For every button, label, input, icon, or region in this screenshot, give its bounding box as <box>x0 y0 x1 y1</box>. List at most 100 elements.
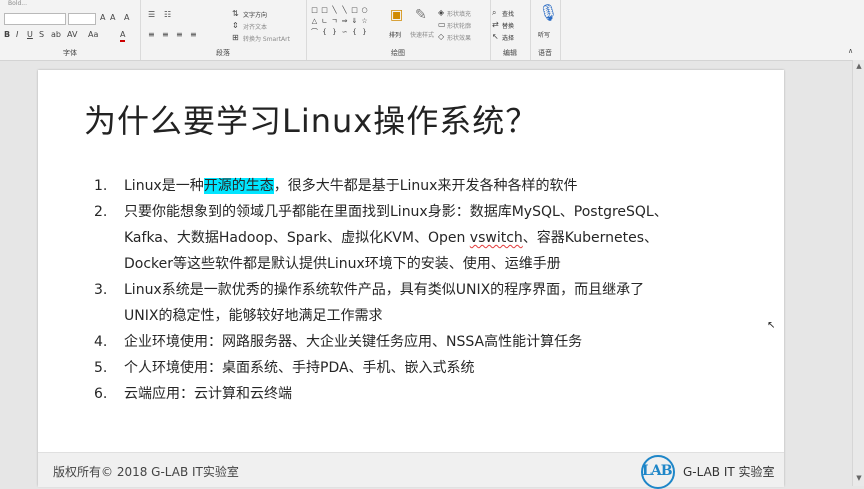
item-text: Linux是一种 <box>124 178 204 194</box>
align-text-label[interactable]: 对齐文本 <box>243 22 267 31</box>
font-size-combo[interactable] <box>68 13 96 25</box>
underline-button[interactable]: U <box>27 30 33 40</box>
slide-title[interactable]: 为什么要学习Linux操作系统？ <box>84 96 538 142</box>
glab-logo: LAB <box>642 463 673 479</box>
shape-effects-label[interactable]: 形状效果 <box>447 33 471 42</box>
bullet-list[interactable]: 1. Linux是一种开源的生态，很多大牛都是基于Linux来开发各种各样的软件… <box>94 173 734 407</box>
paragraph-group: ☰ ☷ ≡ ≡ ≡ ≡ ⇅ 文字方向 ⇕ 对齐文本 ⊞ 转换为 SmartArt… <box>140 0 307 60</box>
arrow-shape-icon[interactable]: ⇓ <box>350 17 359 25</box>
change-case-button[interactable]: Aa <box>88 30 98 40</box>
item-line: Docker等这些软件都是默认提供Linux环境下的安装、使用、运维手册 <box>124 256 561 272</box>
item-number: 3. <box>94 282 108 298</box>
rectangle-shape-icon[interactable]: □ <box>320 6 329 14</box>
item-text: Kafka、大数据Hadoop、Spark、虚拟化KVM、Open <box>124 230 470 246</box>
smartart-icon[interactable]: ⊞ <box>232 33 239 43</box>
quick-styles-label[interactable]: 快速样式 <box>410 30 434 39</box>
font-name-combo[interactable] <box>4 13 66 25</box>
text-direction-icon[interactable]: ⇅ <box>232 9 239 19</box>
triangle-shape-icon[interactable]: △ <box>310 17 319 25</box>
list-item: 4. 企业环境使用：网路服务器、大企业关键任务应用、NSSA高性能计算任务 <box>94 329 734 355</box>
item-number: 2. <box>94 204 108 220</box>
curve-shape-icon[interactable]: ∽ <box>340 28 349 36</box>
replace-icon[interactable]: ⇄ <box>492 20 499 30</box>
shape-fill-icon[interactable]: ◈ <box>438 8 444 18</box>
numbering-icon[interactable]: ☷ <box>164 10 171 20</box>
top-left-fragment: Bold... <box>8 0 27 7</box>
drawing-group: □ □ ╲ ╲ □ ○ △ ㄴ ㄱ ⇒ ⇓ ☆ ⌒ { } ∽ { } ▣ 排列… <box>306 0 491 60</box>
replace-label[interactable]: 替换 <box>502 21 514 30</box>
dictate-label[interactable]: 听写 <box>538 30 550 39</box>
quick-styles-icon[interactable]: ✎ <box>415 8 427 22</box>
item-number: 1. <box>94 178 108 194</box>
arrange-icon[interactable]: ▣ <box>390 8 403 22</box>
shape-effects-icon[interactable]: ◇ <box>438 32 444 42</box>
item-text: 企业环境使用：网路服务器、大企业关键任务应用、NSSA高性能计算任务 <box>124 334 583 350</box>
voice-group-label: 语音 <box>538 49 552 57</box>
text-direction-label[interactable]: 文字方向 <box>243 10 267 19</box>
connector-shape-icon[interactable]: ㄴ <box>320 17 329 25</box>
editing-group: ⌕ 查找 ⇄ 替换 ↖ 选择 编辑 <box>490 0 531 60</box>
scroll-up-icon[interactable]: ▲ <box>855 62 863 70</box>
clear-format-icon[interactable]: A <box>124 13 129 23</box>
list-item: 3. Linux系统是一款优秀的操作系统软件产品，具有类似UNIX的程序界面，而… <box>94 277 734 329</box>
brace-shape-icon[interactable]: } <box>330 28 339 36</box>
freeform-shape-icon[interactable]: ⌒ <box>310 28 319 36</box>
find-label[interactable]: 查找 <box>502 9 514 18</box>
arrange-label[interactable]: 排列 <box>389 30 401 39</box>
brace-shape-icon[interactable]: { <box>320 28 329 36</box>
grow-font-icon[interactable]: A <box>100 13 105 23</box>
arrow-shape-icon[interactable]: ⇒ <box>340 17 349 25</box>
item-number: 6. <box>94 386 108 402</box>
shape-outline-icon[interactable]: ▭ <box>438 20 446 30</box>
align-right-icon[interactable]: ≡ <box>176 30 183 40</box>
line-shape-icon[interactable]: ╲ <box>340 6 349 14</box>
star-shape-icon[interactable]: ☆ <box>360 17 369 25</box>
rectangle-shape-icon[interactable]: □ <box>350 6 359 14</box>
lab-name: G-LAB IT 实验室 <box>683 465 775 479</box>
font-color-button[interactable]: A <box>120 30 126 42</box>
font-group: Bold... A A A B I U S ab AV Aa A 字体 <box>0 0 141 60</box>
list-item: 2. 只要你能想象到的领域几乎都能在里面找到Linux身影：数据库MySQL、P… <box>94 199 734 277</box>
select-icon[interactable]: ↖ <box>492 32 499 42</box>
char-spacing-button[interactable]: AV <box>67 30 77 40</box>
bullets-icon[interactable]: ☰ <box>148 10 155 20</box>
list-item: 6. 云端应用：云计算和云终端 <box>94 381 734 407</box>
microphone-icon[interactable]: 🎙 <box>538 5 558 21</box>
bold-button[interactable]: B <box>4 30 10 40</box>
align-center-icon[interactable]: ≡ <box>162 30 169 40</box>
shape-fill-label[interactable]: 形状填充 <box>447 9 471 18</box>
list-item: 5. 个人环境使用：桌面系统、手持PDA、手机、嵌入式系统 <box>94 355 734 381</box>
item-number: 5. <box>94 360 108 376</box>
justify-icon[interactable]: ≡ <box>190 30 197 40</box>
shape-outline-label[interactable]: 形状轮廓 <box>447 21 471 30</box>
slide[interactable]: 为什么要学习Linux操作系统？ 1. Linux是一种开源的生态，很多大牛都是… <box>38 70 784 489</box>
select-label[interactable]: 选择 <box>502 33 514 42</box>
line-shape-icon[interactable]: ╲ <box>330 6 339 14</box>
slide-footer: 版权所有© 2018 G-LAB IT实验室 LAB G-LAB IT 实验室 <box>38 452 784 489</box>
brace-shape-icon[interactable]: } <box>360 28 369 36</box>
item-line: Kafka、大数据Hadoop、Spark、虚拟化KVM、Open vswitc… <box>124 225 734 251</box>
item-line: 只要你能想象到的领域几乎都能在里面找到Linux身影：数据库MySQL、Post… <box>124 204 668 220</box>
strikethrough-button[interactable]: S <box>39 30 44 40</box>
find-icon[interactable]: ⌕ <box>492 8 496 18</box>
ribbon: Bold... A A A B I U S ab AV Aa A 字体 ☰ ☷ … <box>0 0 864 61</box>
copyright-text: 版权所有© 2018 G-LAB IT实验室 <box>53 465 239 479</box>
oval-shape-icon[interactable]: ○ <box>360 6 369 14</box>
shapes-gallery[interactable]: □ □ ╲ ╲ □ ○ △ ㄴ ㄱ ⇒ ⇓ ☆ ⌒ { } ∽ { } <box>310 6 380 44</box>
item-text: 云端应用：云计算和云终端 <box>124 386 292 402</box>
vertical-scrollbar[interactable]: ▲ ▼ <box>852 60 864 486</box>
item-text: ，很多大牛都是基于Linux来开发各种各样的软件 <box>273 178 578 194</box>
align-text-icon[interactable]: ⇕ <box>232 21 239 31</box>
highlighted-text: 开源的生态 <box>203 178 274 194</box>
align-left-icon[interactable]: ≡ <box>148 30 155 40</box>
collapse-ribbon-icon[interactable]: ∧ <box>848 46 853 56</box>
convert-smartart-label[interactable]: 转换为 SmartArt <box>243 34 290 43</box>
shadow-button[interactable]: ab <box>51 30 61 40</box>
scroll-down-icon[interactable]: ▼ <box>855 474 863 482</box>
rectangle-shape-icon[interactable]: □ <box>310 6 319 14</box>
shrink-font-icon[interactable]: A <box>110 13 115 23</box>
connector-shape-icon[interactable]: ㄱ <box>330 17 339 25</box>
list-item: 1. Linux是一种开源的生态，很多大牛都是基于Linux来开发各种各样的软件 <box>94 173 734 199</box>
brace-shape-icon[interactable]: { <box>350 28 359 36</box>
italic-button[interactable]: I <box>16 30 18 40</box>
